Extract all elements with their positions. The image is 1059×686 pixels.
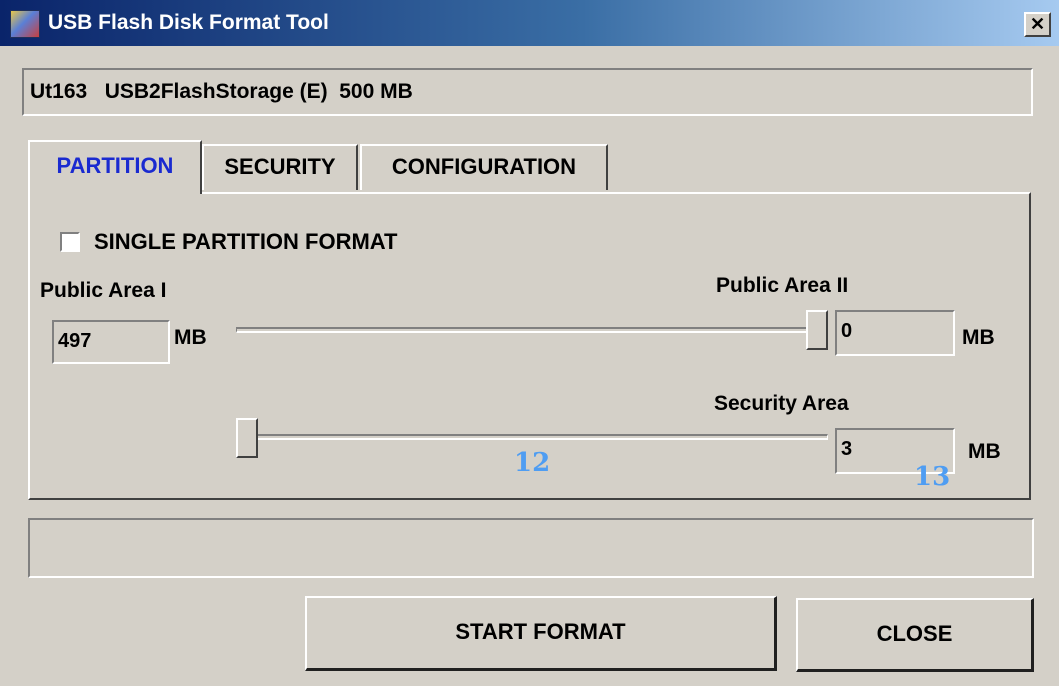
close-icon: ✕	[1029, 14, 1046, 34]
tab-configuration[interactable]: CONFIGURATION	[360, 144, 608, 190]
single-partition-checkbox[interactable]	[60, 232, 80, 252]
public-area-2-label: Public Area II	[716, 274, 849, 297]
usb-app-icon	[10, 10, 40, 38]
security-area-slider-thumb[interactable]	[236, 418, 258, 458]
public-area-2-unit: MB	[962, 326, 995, 349]
public-area-1-label: Public Area I	[40, 279, 167, 302]
security-area-unit: MB	[968, 440, 1001, 463]
tab-partition[interactable]: PARTITION	[28, 140, 202, 194]
annotation-13: 13	[914, 462, 951, 492]
tab-security[interactable]: SECURITY	[202, 144, 358, 190]
window-close-button[interactable]: ✕	[1024, 12, 1051, 37]
status-box	[28, 518, 1034, 578]
public-area-2-field[interactable]: 0	[835, 310, 955, 356]
window-title: USB Flash Disk Format Tool	[48, 11, 329, 34]
single-partition-label: SINGLE PARTITION FORMAT	[94, 229, 398, 254]
public-area-1-unit: MB	[174, 326, 207, 349]
public-area-slider-track	[236, 327, 828, 333]
public-area-slider-thumb[interactable]	[806, 310, 828, 350]
public-area-1-field[interactable]: 497	[52, 320, 170, 364]
annotation-12: 12	[514, 448, 551, 478]
security-area-slider-track	[236, 434, 828, 440]
start-format-button[interactable]: START FORMAT	[305, 596, 777, 671]
device-info-text: Ut163 USB2FlashStorage (E) 500 MB	[30, 80, 413, 103]
close-button[interactable]: CLOSE	[796, 598, 1034, 672]
security-area-label: Security Area	[714, 392, 849, 415]
